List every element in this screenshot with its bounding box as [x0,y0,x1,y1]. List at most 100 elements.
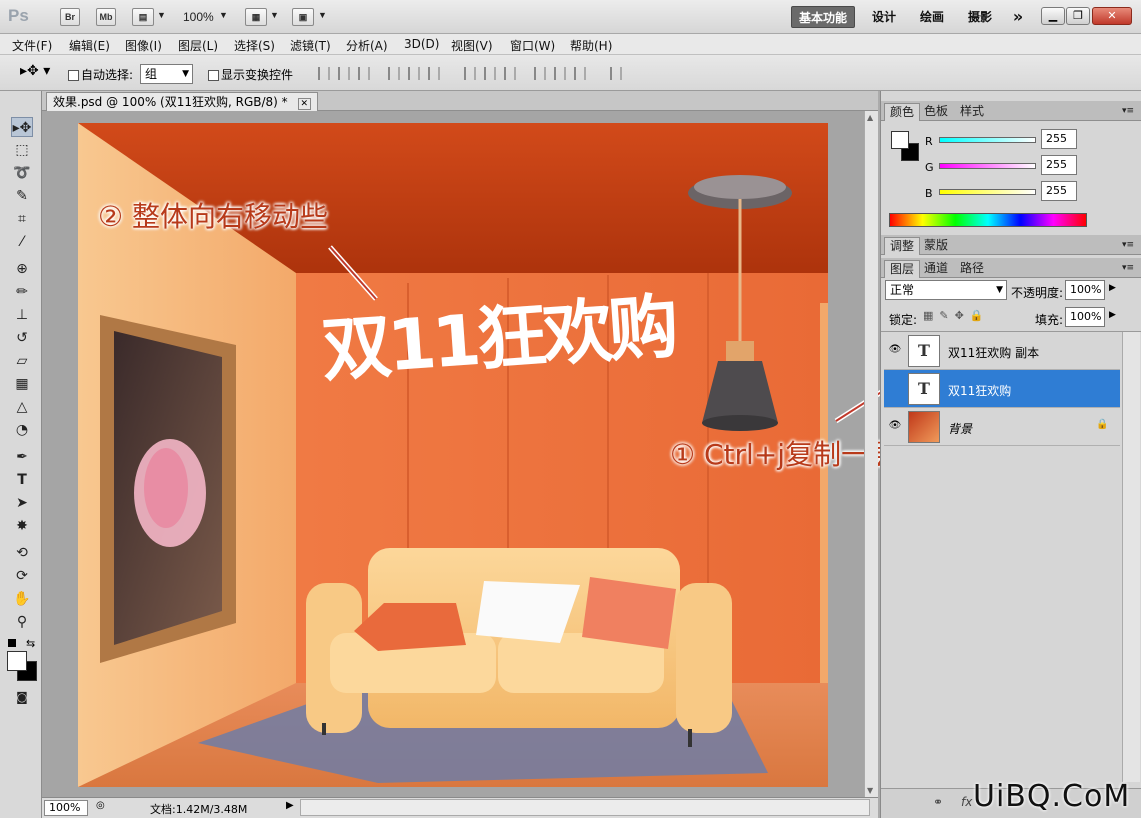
path-selection-icon[interactable]: ➤ [11,493,33,513]
align-bottom-icon[interactable] [358,67,370,80]
eraser-tool-icon[interactable]: ▱ [11,351,33,371]
menu-select[interactable]: 选择(S) [234,37,275,54]
quick-mask-icon[interactable]: ◙ [11,687,33,707]
swap-colors-icon[interactable]: ⇆ [26,637,35,650]
status-menu-arrow-icon[interactable]: ▶ [286,800,294,811]
menu-view[interactable]: 视图(V) [451,37,493,54]
foreground-color-swatch[interactable] [7,651,27,671]
move-tool-preset-icon[interactable]: ▸✥ ▾ [20,63,50,79]
bridge-button[interactable]: Br [60,8,80,26]
history-brush-icon[interactable]: ↺ [11,328,33,348]
document-tab[interactable]: 效果.psd @ 100% (双11狂欢购, RGB/8) * ✕ [46,92,319,111]
minimize-button[interactable]: ▁ [1041,7,1065,25]
panel-menu-icon[interactable]: ▾≡ [1117,260,1139,278]
default-colors-icon[interactable] [8,639,16,647]
chevron-down-icon[interactable]: ▼ [318,10,327,20]
channel-g-slider[interactable] [939,163,1036,169]
vertical-scrollbar[interactable]: ▲ ▼ [864,111,878,797]
auto-select-dropdown[interactable]: 组 ▼ [140,64,193,84]
menu-window[interactable]: 窗口(W) [510,37,555,54]
scroll-up-icon[interactable]: ▲ [867,113,873,122]
distribute-vcenter-icon[interactable] [484,67,496,80]
color-spectrum-bar[interactable] [889,213,1087,227]
menu-3d[interactable]: 3D(D) [404,37,439,51]
tab-swatches[interactable]: 色板 [919,103,953,121]
visibility-eye-icon[interactable]: 👁 [888,420,902,432]
eyedropper-tool-icon[interactable]: ⁄ [11,232,33,252]
mini-bridge-button[interactable]: Mb [96,8,116,26]
blur-tool-icon[interactable]: △ [11,397,33,417]
opacity-arrow-icon[interactable]: ▶ [1109,283,1116,293]
view-extras-icon[interactable]: ▤ [132,8,154,26]
tab-styles[interactable]: 样式 [955,103,989,121]
gradient-tool-icon[interactable]: ▦ [11,374,33,394]
clone-stamp-icon[interactable]: ⊥ [11,305,33,325]
blend-mode-select[interactable]: 正常 ▼ [885,280,1007,300]
fill-arrow-icon[interactable]: ▶ [1109,310,1116,320]
scroll-down-icon[interactable]: ▼ [867,786,873,795]
dodge-tool-icon[interactable]: ◔ [11,420,33,440]
tab-adjustments[interactable]: 调整 [884,237,921,255]
3d-orbit-icon[interactable]: ⟳ [11,566,33,586]
fill-value[interactable]: 100% [1065,307,1105,327]
zoom-tool-icon[interactable]: ⚲ [11,612,33,632]
visibility-eye-icon[interactable]: 👁 [888,344,902,356]
panel-menu-icon[interactable]: ▾≡ [1117,237,1139,255]
color-foreground-swatch[interactable] [891,131,909,149]
layer-row-selected[interactable]: T 双11狂欢购 [884,370,1120,408]
close-tab-icon[interactable]: ✕ [297,98,312,110]
quick-select-tool-icon[interactable]: ✎ [11,186,33,206]
crop-tool-icon[interactable]: ⌗ [11,209,33,229]
align-hcenter-icon[interactable] [408,67,420,80]
horizontal-scrollbar[interactable] [300,799,870,816]
align-top-icon[interactable] [318,67,330,80]
show-transform-checkbox[interactable]: 显示变换控件 [208,66,293,83]
opacity-value[interactable]: 100% [1065,280,1105,300]
layers-scrollbar[interactable] [1122,332,1140,782]
chevron-down-icon[interactable]: ▼ [219,10,228,20]
status-zoom[interactable]: 100% [44,800,88,816]
layer-row[interactable]: 👁 背景 🔒 [884,408,1120,446]
restore-button[interactable]: ❐ [1066,7,1090,25]
menu-edit[interactable]: 编辑(E) [69,37,110,54]
channel-g-value[interactable]: 255 [1041,155,1077,175]
link-layers-icon[interactable]: ⚭ [933,795,943,809]
workspace-design[interactable]: 设计 [866,6,902,28]
lock-icons[interactable]: ▦✎✥🔒 [923,309,990,322]
menu-file[interactable]: 文件(F) [12,37,52,54]
marquee-tool-icon[interactable]: ⬚ [11,140,33,160]
channel-b-slider[interactable] [939,189,1036,195]
auto-align-icon[interactable] [610,67,622,80]
menu-analysis[interactable]: 分析(A) [346,37,388,54]
arrange-documents-icon[interactable]: ▦ [245,8,267,26]
distribute-bottom-icon[interactable] [504,67,516,80]
auto-select-checkbox[interactable]: 自动选择: [68,66,133,83]
panel-menu-icon[interactable]: ▾≡ [1117,103,1139,121]
canvas-area[interactable]: 双11狂欢购 ② 整体向右移动些 ① Ctrl+j复制一层字体 [42,111,953,797]
hand-tool-icon[interactable]: ✋ [11,589,33,609]
channel-b-value[interactable]: 255 [1041,181,1077,201]
workspace-photography[interactable]: 摄影 [962,6,998,28]
status-info-icon[interactable]: ◎ [96,800,105,811]
lasso-tool-icon[interactable]: ➰ [11,163,33,183]
more-workspaces-button[interactable]: » [1006,6,1030,28]
distribute-right-icon[interactable] [574,67,586,80]
menu-filter[interactable]: 滤镜(T) [290,37,331,54]
align-left-icon[interactable] [388,67,400,80]
menu-help[interactable]: 帮助(H) [570,37,612,54]
tab-masks[interactable]: 蒙版 [919,237,953,255]
move-tool-icon[interactable]: ▸✥ [11,117,33,137]
zoom-level[interactable]: 100% [183,10,214,24]
close-button[interactable]: ✕ [1092,7,1132,25]
layer-row[interactable]: 👁 T 双11狂欢购 副本 [884,332,1120,370]
tab-layers[interactable]: 图层 [884,260,921,278]
menu-layer[interactable]: 图层(L) [178,37,218,54]
3d-rotate-icon[interactable]: ⟲ [11,543,33,563]
align-right-icon[interactable] [428,67,440,80]
type-tool-icon[interactable]: T [11,470,33,490]
workspace-painting[interactable]: 绘画 [914,6,950,28]
screen-mode-icon[interactable]: ▣ [292,8,314,26]
chevron-down-icon[interactable]: ▼ [157,10,166,20]
distribute-top-icon[interactable] [464,67,476,80]
layer-style-icon[interactable]: fx [961,795,972,809]
